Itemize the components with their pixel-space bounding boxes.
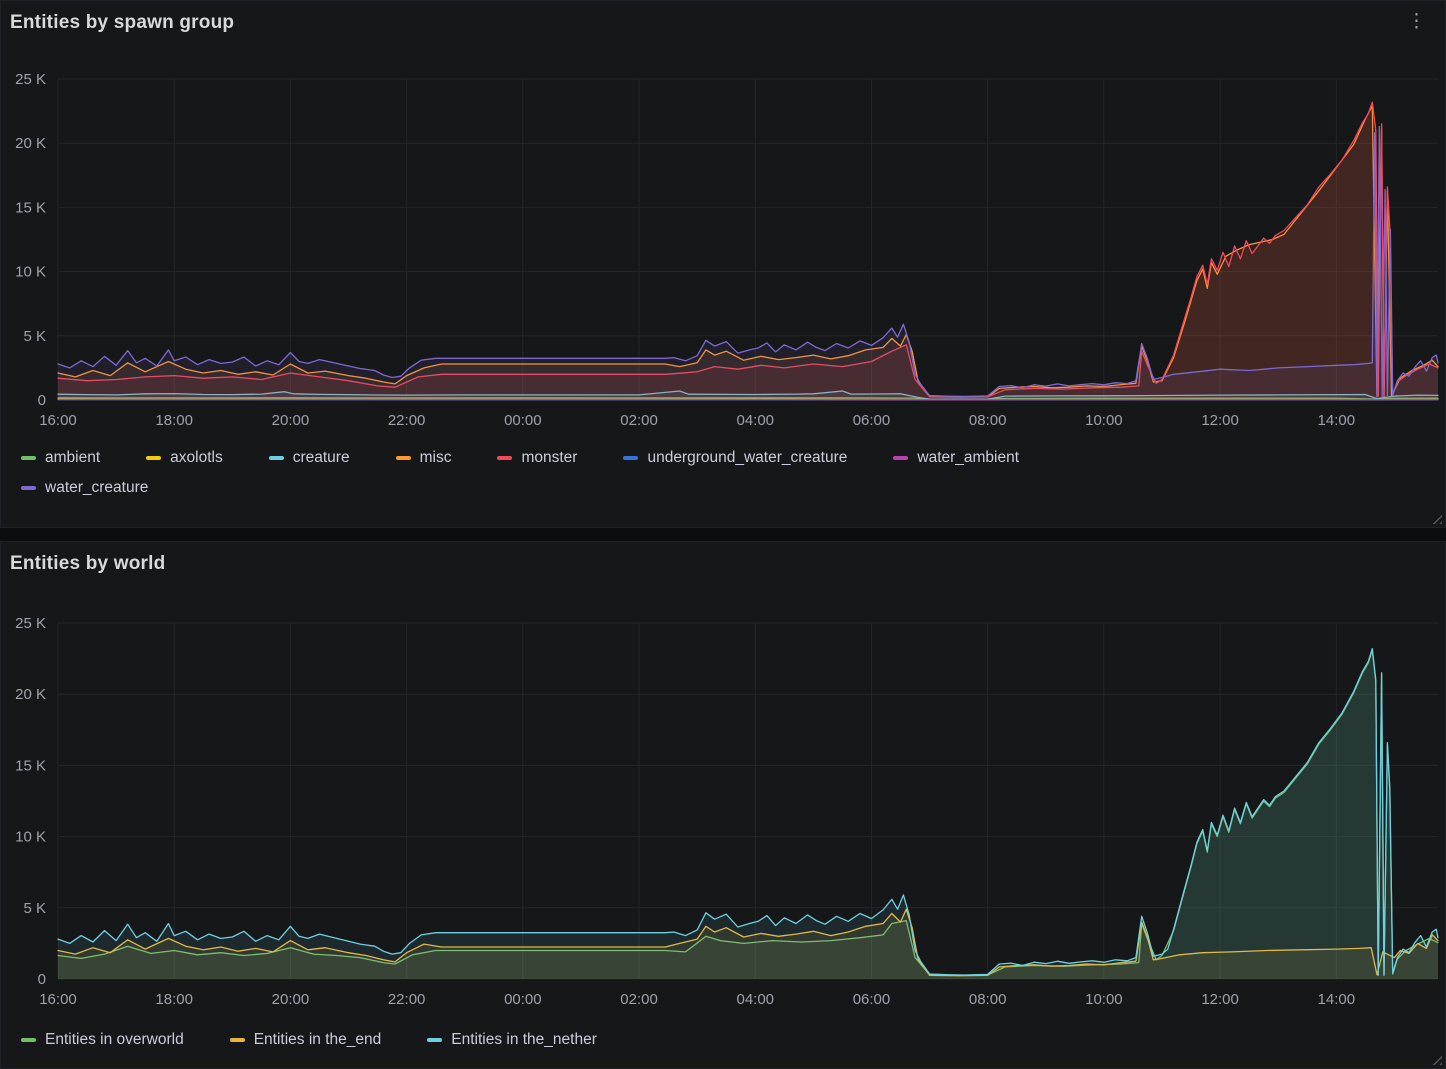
y-tick-label: 5 K (23, 328, 46, 345)
legend-color-dash-icon (268, 456, 284, 460)
legend-row: ambient axolotls creature misc monster underg… (21, 449, 1437, 467)
legend-row: Entities in overworld Entities in the_end… (21, 1031, 1437, 1049)
panel-title: Entities by world (10, 553, 166, 574)
x-tick-label: 20:00 (272, 991, 310, 1008)
x-tick-label: 08:00 (969, 412, 1007, 429)
legend-label: underground_water_creature (647, 449, 848, 466)
legend-item-ambient[interactable]: ambient (21, 449, 100, 467)
legend-color-dash-icon (21, 456, 36, 460)
y-tick-label: 20 K (15, 135, 46, 152)
x-tick-label: 16:00 (39, 991, 77, 1008)
y-tick-label: 25 K (15, 71, 46, 88)
legend-label: water_ambient (917, 449, 1020, 466)
legend-label: creature (292, 449, 350, 466)
legend-color-dash-icon (395, 456, 411, 460)
y-tick-label: 15 K (15, 199, 46, 216)
legend-item-axolotls[interactable]: axolotls (146, 449, 223, 467)
x-tick-label: 18:00 (155, 412, 193, 429)
legend-row: water_creature (21, 479, 1437, 497)
legend-color-dash-icon (427, 1038, 443, 1042)
legend-item-entities-in-overworld[interactable]: Entities in overworld (21, 1031, 184, 1049)
series-area-entities-in-the_nether (58, 648, 1438, 979)
y-tick-label: 10 K (15, 829, 46, 846)
y-tick-label: 25 K (15, 615, 46, 632)
legend-item-entities-in-the_end[interactable]: Entities in the_end (229, 1031, 382, 1049)
x-tick-label: 14:00 (1318, 991, 1356, 1008)
legend-label: misc (419, 449, 452, 466)
resize-handle-icon[interactable] (1431, 513, 1442, 524)
legend-color-dash-icon (146, 456, 162, 460)
legend-item-entities-in-the_nether[interactable]: Entities in the_nether (427, 1031, 597, 1049)
x-tick-label: 02:00 (620, 991, 658, 1008)
panel-entities-by-world: Entities by world 0 5 K 10 K 15 K 20 K 25 K 16… (0, 541, 1446, 1069)
x-tick-label: 10:00 (1085, 412, 1123, 429)
x-tick-label: 12:00 (1201, 991, 1239, 1008)
legend: ambient axolotls creature misc monster underg… (21, 449, 1437, 509)
y-tick-label: 10 K (15, 264, 46, 281)
legend-item-creature[interactable]: creature (268, 449, 350, 467)
x-tick-label: 18:00 (155, 991, 193, 1008)
legend-color-dash-icon (623, 456, 639, 460)
legend-color-dash-icon (229, 1038, 245, 1042)
panel-entities-by-spawn-group: Entities by spawn group ⋮ 0 5 K 10 K 15 K 20… (0, 0, 1446, 528)
x-tick-label: 20:00 (272, 412, 310, 429)
x-tick-label: 00:00 (504, 991, 542, 1008)
x-tick-label: 10:00 (1085, 991, 1123, 1008)
x-tick-label: 08:00 (969, 991, 1007, 1008)
legend-item-water_ambient[interactable]: water_ambient (893, 449, 1019, 467)
y-tick-label: 0 (38, 392, 46, 409)
x-tick-label: 12:00 (1201, 412, 1239, 429)
panel-header[interactable]: Entities by world (1, 542, 1445, 588)
legend-color-dash-icon (497, 456, 513, 460)
x-tick-label: 22:00 (388, 412, 426, 429)
legend-item-underground_water_creature[interactable]: underground_water_creature (623, 449, 847, 467)
x-tick-label: 04:00 (736, 412, 774, 429)
legend-label: Entities in the_end (253, 1031, 382, 1048)
y-tick-label: 0 (38, 971, 46, 988)
x-tick-label: 06:00 (853, 991, 891, 1008)
x-tick-label: 14:00 (1318, 412, 1356, 429)
panel-menu-icon[interactable]: ⋮ (1402, 10, 1431, 34)
legend-label: Entities in overworld (45, 1031, 184, 1048)
x-tick-label: 04:00 (736, 991, 774, 1008)
time-series-canvas[interactable]: 0 5 K 10 K 15 K 20 K 25 K 16:00 18:00 20:00 22:00… (1, 59, 1446, 459)
time-series-canvas[interactable]: 0 5 K 10 K 15 K 20 K 25 K 16:00 18:00 20:00 22:00… (1, 605, 1446, 1015)
legend-item-monster[interactable]: monster (497, 449, 577, 467)
legend-item-misc[interactable]: misc (395, 449, 452, 467)
legend-label: Entities in the_nether (451, 1031, 597, 1048)
legend: Entities in overworld Entities in the_end… (21, 1031, 1437, 1061)
legend-item-water_creature[interactable]: water_creature (21, 479, 148, 497)
panel-header[interactable]: Entities by spawn group ⋮ (1, 1, 1445, 47)
y-tick-label: 5 K (23, 900, 46, 917)
x-tick-label: 16:00 (39, 412, 77, 429)
legend-label: monster (521, 449, 578, 466)
x-tick-label: 22:00 (388, 991, 426, 1008)
legend-color-dash-icon (893, 456, 909, 460)
y-tick-label: 20 K (15, 686, 46, 703)
legend-label: axolotls (170, 449, 223, 466)
x-tick-label: 00:00 (504, 412, 542, 429)
legend-label: ambient (45, 449, 101, 466)
x-tick-label: 02:00 (620, 412, 658, 429)
legend-color-dash-icon (21, 486, 36, 490)
panel-title: Entities by spawn group (10, 12, 235, 33)
x-tick-label: 06:00 (853, 412, 891, 429)
legend-label: water_creature (45, 479, 149, 496)
y-tick-label: 15 K (15, 757, 46, 774)
legend-color-dash-icon (21, 1038, 36, 1042)
